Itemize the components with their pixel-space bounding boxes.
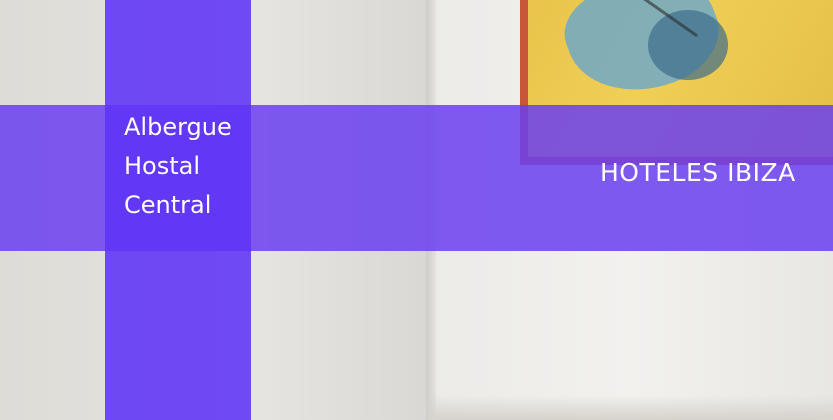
category-link[interactable]: HOTELES IBIZA xyxy=(600,158,796,187)
title-line-3: Central xyxy=(124,191,212,219)
page-title: Albergue Hostal Central xyxy=(124,108,249,225)
title-line-1: Albergue xyxy=(124,113,232,141)
floor-shadow xyxy=(430,395,833,420)
title-line-2: Hostal xyxy=(124,152,201,180)
